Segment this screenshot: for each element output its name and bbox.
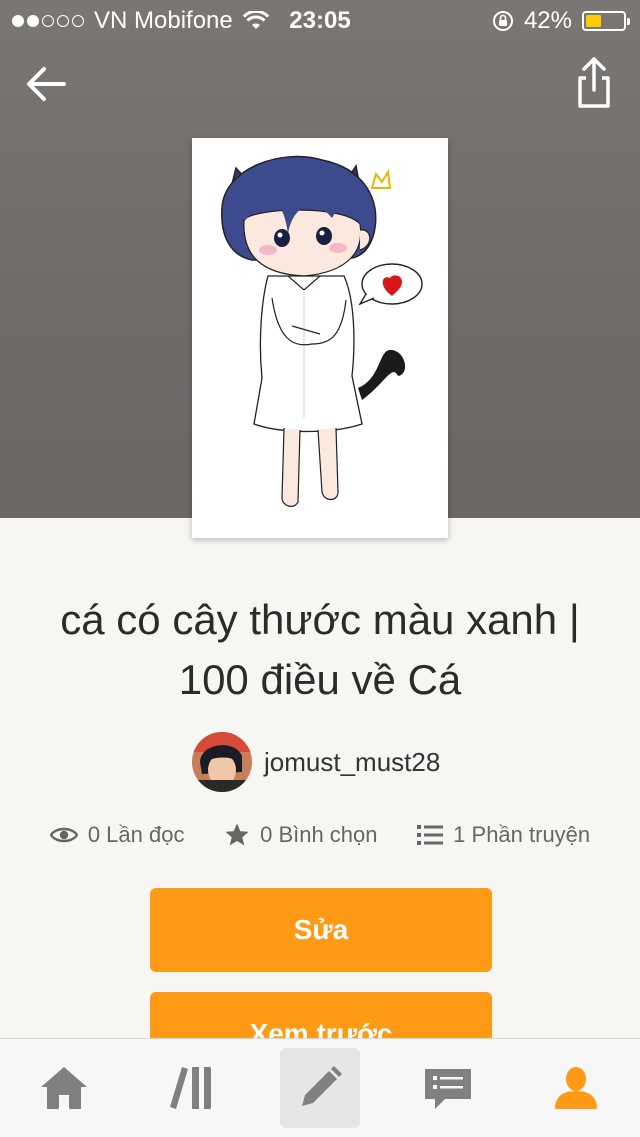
back-button[interactable]: [22, 60, 70, 108]
share-button[interactable]: [570, 56, 618, 110]
battery-tip: [627, 18, 630, 25]
story-cover[interactable]: [192, 138, 448, 538]
library-icon: [170, 1067, 211, 1109]
status-bar: VN Mobifone 23:05 42%: [0, 0, 640, 40]
profile-icon: [555, 1067, 597, 1109]
reads-stat: 0 Lần đọc: [49, 822, 185, 848]
star-icon: [225, 823, 249, 846]
share-icon: [578, 57, 610, 108]
list-icon: [417, 825, 444, 845]
votes-stat: 0 Bình chọn: [224, 822, 378, 848]
battery-level: [586, 15, 601, 27]
parts-count: 1 Phần truyện: [453, 822, 591, 847]
arrow-left-icon: [27, 67, 66, 101]
avatar: [192, 732, 252, 792]
story-title: cá có cây thước màu xanh | 100 điều về C…: [60, 596, 580, 703]
bottom-tab-bar: [0, 1038, 640, 1136]
cover-illustration: [221, 155, 423, 507]
edit-button[interactable]: Sửa: [150, 888, 492, 972]
chat-icon: [425, 1069, 471, 1109]
reads-count: 0 Lần đọc: [87, 822, 185, 847]
tab-library[interactable]: [128, 1039, 256, 1137]
pencil-icon: [302, 1066, 342, 1106]
tab-home[interactable]: [0, 1039, 128, 1137]
tab-write-highlight: [280, 1048, 360, 1128]
author-name: jomust_must28: [264, 746, 441, 777]
battery-percent: 42%: [523, 7, 572, 34]
author-link[interactable]: jomust_must28: [192, 732, 440, 792]
tab-profile[interactable]: [512, 1039, 640, 1137]
orientation-lock-icon: [492, 11, 513, 31]
home-icon: [41, 1067, 87, 1109]
votes-count: 0 Bình chọn: [260, 822, 378, 847]
author-avatar-image: [192, 732, 252, 792]
battery-icon: [582, 11, 630, 31]
tab-messages[interactable]: [384, 1039, 512, 1137]
eye-icon: [49, 827, 78, 843]
parts-stat: 1 Phần truyện: [417, 822, 590, 848]
tab-write[interactable]: [256, 1039, 384, 1137]
status-right: 42%: [492, 7, 630, 35]
story-stats: 0 Lần đọc 0 Bình chọn 1 Phần truyện: [0, 822, 640, 848]
